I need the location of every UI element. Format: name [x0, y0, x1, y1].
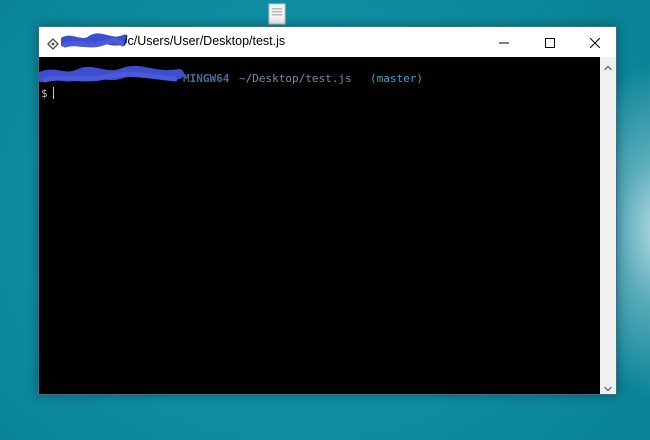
close-icon [589, 33, 601, 52]
vertical-scrollbar[interactable] [600, 57, 616, 394]
maximize-icon [545, 33, 555, 52]
file-icon[interactable] [263, 2, 291, 26]
git-bash-icon[interactable] [47, 35, 59, 50]
prompt-symbol: $ [41, 87, 48, 100]
close-button[interactable] [572, 27, 618, 57]
redacted-user-host-scribble [36, 65, 184, 87]
scroll-up-button[interactable] [600, 57, 616, 73]
prompt-system: MINGW64 [183, 72, 230, 85]
scroll-down-button[interactable] [600, 378, 616, 394]
minimize-icon [499, 33, 509, 52]
maximize-button[interactable] [527, 27, 573, 57]
terminal-output[interactable]: MINGW64 ~/Desktop/test.js (master) $ [36, 57, 602, 394]
chevron-down-icon [604, 377, 612, 396]
window-title: /c/Users/User/Desktop/test.js [124, 34, 286, 48]
minimize-button[interactable] [481, 27, 527, 57]
text-cursor [53, 87, 54, 99]
prompt-branch: (master) [370, 72, 423, 85]
chevron-up-icon [604, 56, 612, 75]
desktop-background: /c/Users/User/Desktop/test.js MINGW64 ~/… [0, 0, 650, 440]
terminal-window[interactable]: /c/Users/User/Desktop/test.js MINGW64 ~/… [36, 26, 617, 395]
prompt-cwd: ~/Desktop/test.js [239, 72, 352, 85]
title-bar[interactable]: /c/Users/User/Desktop/test.js [39, 27, 616, 57]
redacted-username-scribble [58, 33, 130, 51]
